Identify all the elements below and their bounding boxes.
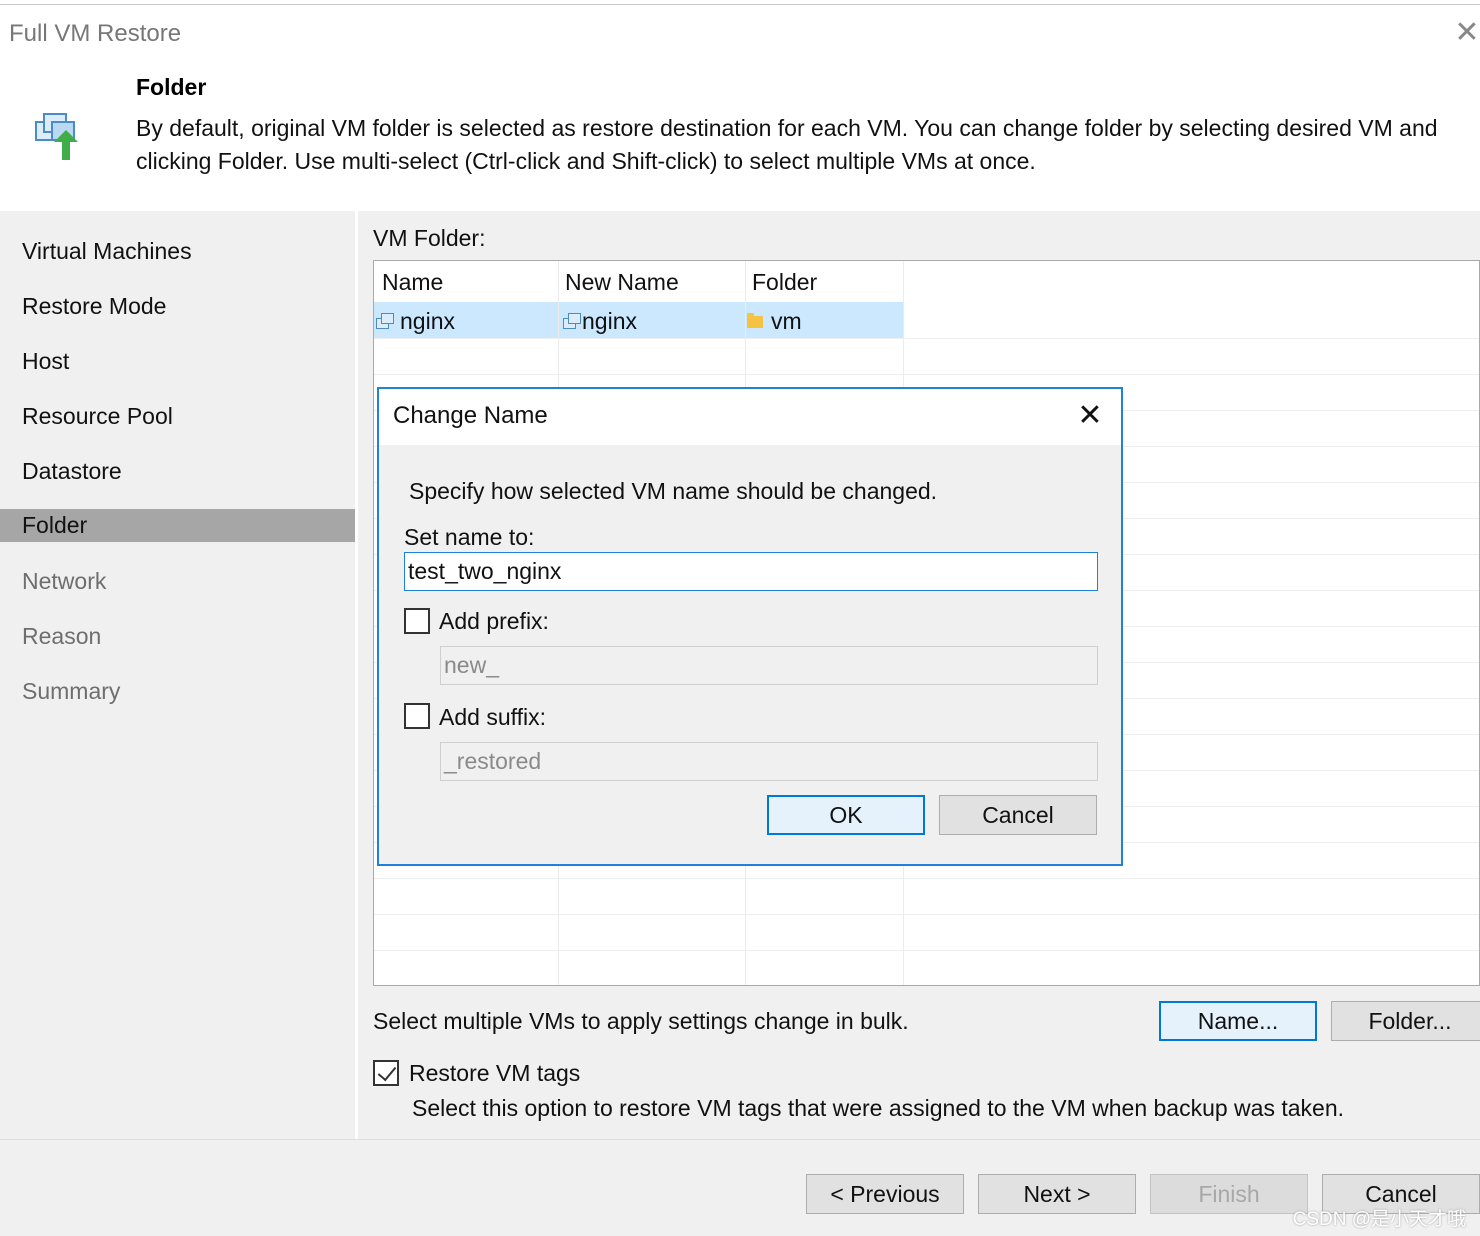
restore-vm-icon	[35, 113, 78, 160]
change-name-dialog: Change Name ✕ Specify how selected VM na…	[377, 387, 1123, 866]
wizard-steps-sidebar: Virtual Machines Restore Mode Host Resou…	[0, 211, 355, 1139]
restore-vm-tags-label[interactable]: Restore VM tags	[409, 1060, 580, 1087]
step-datastore[interactable]: Datastore	[0, 455, 355, 488]
suffix-input: _restored	[440, 742, 1098, 781]
step-network: Network	[22, 568, 107, 594]
window-title: Full VM Restore	[9, 20, 182, 47]
vm-icon	[563, 312, 581, 331]
set-name-label: Set name to:	[404, 524, 535, 550]
column-header-name[interactable]: Name	[382, 269, 443, 296]
folder-icon	[747, 312, 763, 328]
watermark: CSDN @是小天才哦	[1292, 1209, 1466, 1230]
row-divider	[374, 338, 1479, 339]
dialog-cancel-button[interactable]: Cancel	[939, 795, 1097, 835]
add-suffix-checkbox[interactable]	[404, 703, 430, 729]
add-prefix-label[interactable]: Add prefix:	[439, 608, 549, 635]
cell-new-name: nginx	[563, 308, 637, 335]
add-suffix-label[interactable]: Add suffix:	[439, 704, 546, 731]
dialog-instruction: Specify how selected VM name should be c…	[409, 478, 938, 504]
step-reason: Reason	[22, 623, 102, 649]
step-virtual-machines[interactable]: Virtual Machines	[0, 235, 355, 268]
vm-folder-label: VM Folder:	[373, 225, 486, 251]
folder-button[interactable]: Folder...	[1331, 1001, 1480, 1041]
step-resource-pool[interactable]: Resource Pool	[0, 400, 355, 433]
vm-icon	[376, 312, 394, 331]
prefix-input: new_	[440, 646, 1098, 685]
row-divider	[374, 914, 1479, 915]
cell-folder-text: vm	[771, 308, 802, 334]
page-title: Folder	[136, 74, 207, 100]
row-divider	[374, 878, 1479, 879]
page-description: By default, original VM folder is select…	[136, 115, 1438, 174]
name-button[interactable]: Name...	[1159, 1001, 1317, 1041]
cell-name: nginx	[376, 308, 455, 335]
row-divider	[374, 374, 1479, 375]
finish-button: Finish	[1150, 1174, 1308, 1214]
cell-new-name-text: nginx	[582, 308, 637, 334]
cell-name-text: nginx	[400, 308, 455, 334]
next-button[interactable]: Next >	[978, 1174, 1136, 1214]
dialog-close-icon[interactable]: ✕	[1073, 399, 1107, 433]
add-prefix-checkbox[interactable]	[404, 608, 430, 634]
step-restore-mode[interactable]: Restore Mode	[0, 290, 355, 323]
step-folder[interactable]: Folder	[0, 509, 355, 542]
step-host[interactable]: Host	[0, 345, 355, 378]
column-header-new-name[interactable]: New Name	[565, 269, 679, 296]
column-header-folder[interactable]: Folder	[752, 269, 817, 296]
cell-folder: vm	[747, 308, 802, 335]
row-divider	[374, 950, 1479, 951]
previous-button[interactable]: < Previous	[806, 1174, 964, 1214]
window-close-icon[interactable]: ✕	[1454, 18, 1480, 48]
bulk-hint: Select multiple VMs to apply settings ch…	[373, 1008, 909, 1034]
dialog-title: Change Name	[393, 402, 548, 429]
set-name-input[interactable]: test_two_nginx	[404, 552, 1098, 591]
ok-button[interactable]: OK	[767, 795, 925, 835]
restore-vm-tags-checkbox[interactable]	[373, 1060, 399, 1086]
window-top-border	[0, 4, 1480, 5]
restore-vm-tags-description: Select this option to restore VM tags th…	[412, 1095, 1345, 1121]
step-summary: Summary	[22, 678, 121, 704]
